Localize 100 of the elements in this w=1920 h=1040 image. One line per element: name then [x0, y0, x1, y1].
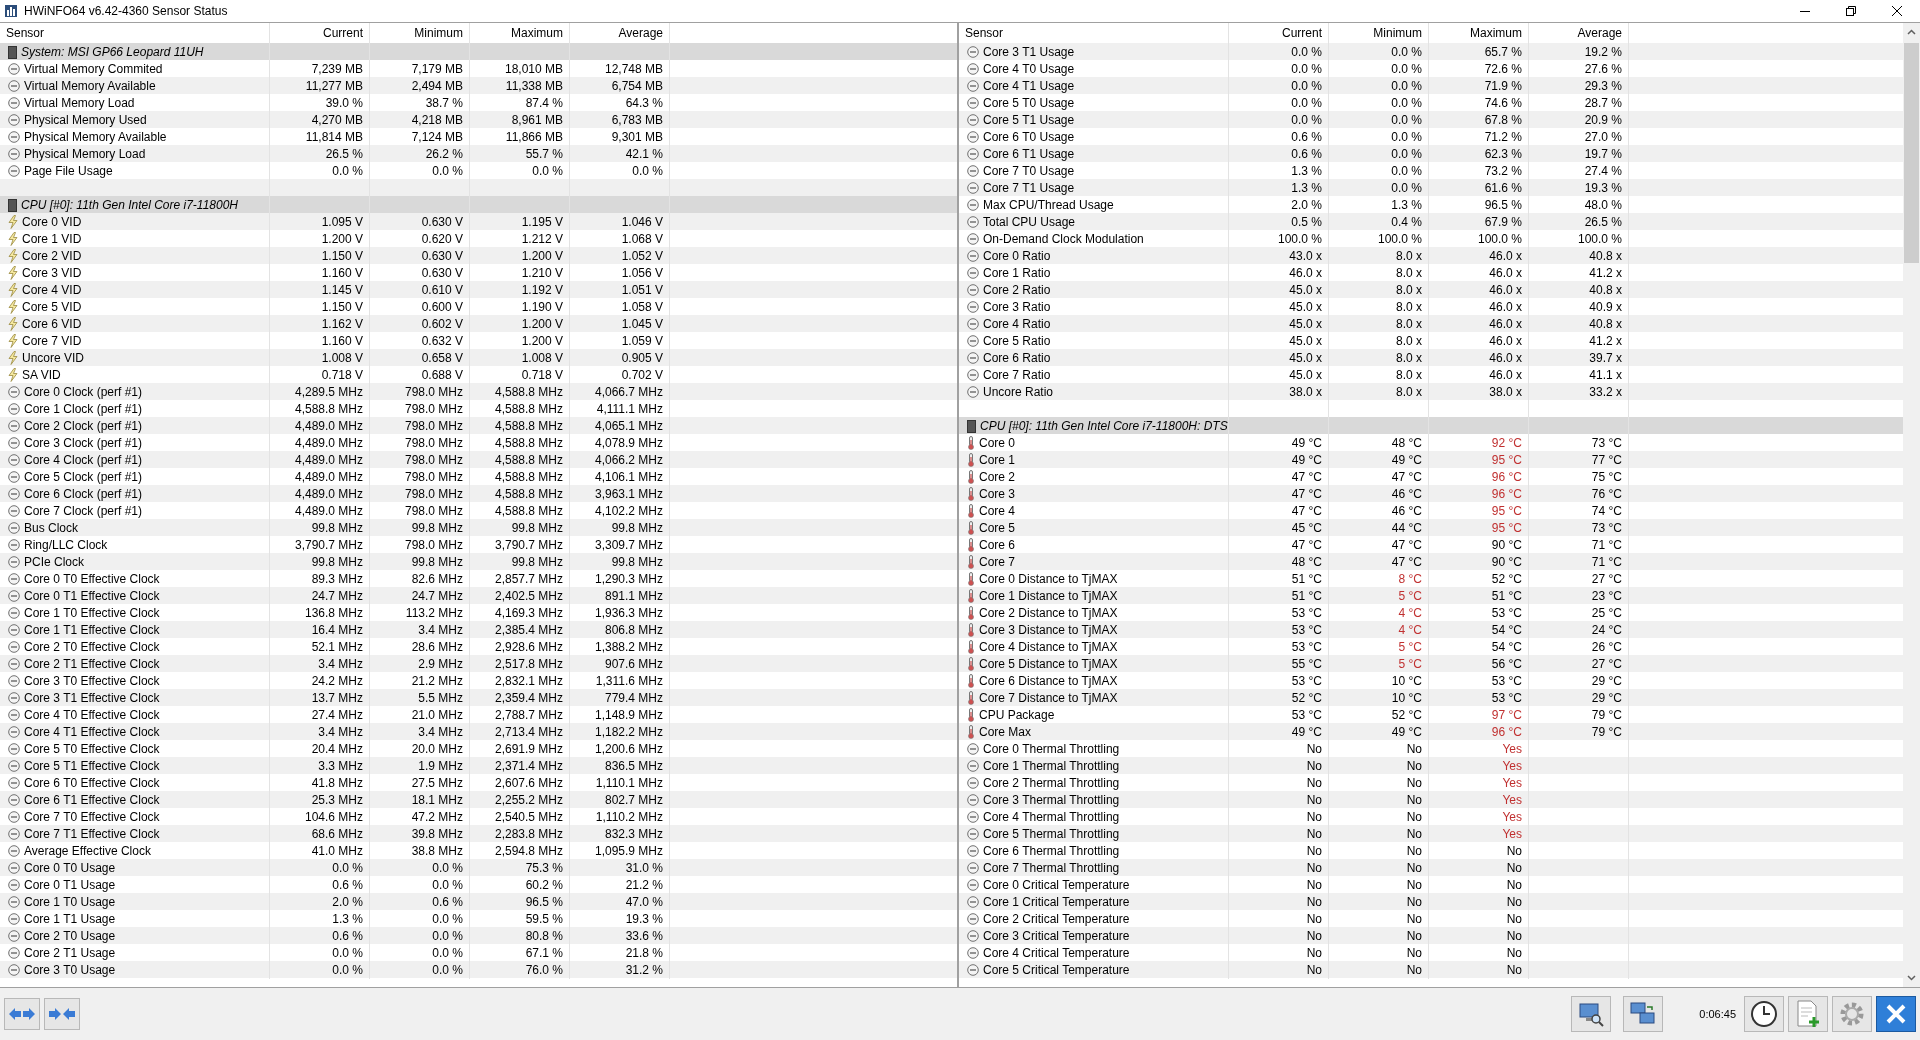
- chip-icon: [8, 45, 17, 59]
- value-cell-text: 26.2 %: [425, 146, 463, 163]
- network-button[interactable]: [1571, 996, 1612, 1032]
- sensor-name: Core 2 T0 Effective Clock: [24, 639, 160, 656]
- sensor-name: Core 7 Clock (perf #1): [24, 503, 143, 520]
- value-cell-text: 2,607.6 MHz: [494, 775, 563, 792]
- value-cell-text: 53 °C: [1491, 673, 1522, 690]
- value-cell-text: 55 °C: [1291, 656, 1322, 673]
- lightning-icon: [8, 300, 18, 314]
- sensor-name: Core 5 Clock (perf #1): [24, 469, 143, 486]
- value-cell-text: 21.2 %: [625, 877, 663, 894]
- value-cell-text: 96 °C: [1491, 486, 1522, 503]
- value-cell-text: 4,588.8 MHz: [494, 418, 563, 435]
- sensor-name: Core 6 Thermal Throttling: [983, 843, 1120, 860]
- sensor-name: Core 3 T1 Usage: [983, 44, 1075, 61]
- value-cell-text: 74.6 %: [1484, 95, 1522, 112]
- value-cell-text: 802.7 MHz: [604, 792, 663, 809]
- scrollbar[interactable]: [1903, 23, 1920, 987]
- value-cell-text: 4,588.8 MHz: [494, 435, 563, 452]
- value-cell-text: 1.195 V: [521, 214, 563, 231]
- value-cell-text: 0.0 %: [432, 877, 463, 894]
- sensor-name: Core 1: [979, 452, 1016, 469]
- value-cell-text: 0.688 V: [421, 367, 463, 384]
- value-cell-text: 52 °C: [1491, 571, 1522, 588]
- scrollbar-thumb[interactable]: [1904, 43, 1919, 263]
- value-cell-text: 0.6 %: [432, 894, 463, 911]
- lightning-icon: [8, 351, 18, 365]
- value-cell-text: 38.8 MHz: [411, 843, 463, 860]
- elapsed-time: 0:06:45: [1699, 1006, 1736, 1022]
- value-cell-text: 8.0 x: [1396, 282, 1422, 299]
- value-cell-text: 45.0 x: [1289, 367, 1322, 384]
- value-cell-text: No: [1406, 775, 1422, 792]
- value-cell-text: Yes: [1502, 741, 1522, 758]
- value-cell-text: 89.3 MHz: [311, 571, 363, 588]
- value-cell-text: 4,106.1 MHz: [594, 469, 663, 486]
- layout-button[interactable]: [1623, 996, 1664, 1032]
- value-cell-text: 2,928.6 MHz: [494, 639, 563, 656]
- value-cell-text: 7,124 MB: [411, 129, 463, 146]
- sensor-name: Core 1 T1 Effective Clock: [24, 622, 160, 639]
- report-button[interactable]: [1788, 996, 1828, 1032]
- value-cell-text: No: [1306, 928, 1322, 945]
- value-cell-text: No: [1306, 860, 1322, 877]
- sensor-name: Core 4 Ratio: [983, 316, 1051, 333]
- sensor-name: Core 3 Critical Temperature: [983, 928, 1130, 945]
- chip-icon: [967, 419, 976, 433]
- value-cell-text: 45 °C: [1291, 520, 1322, 537]
- next-panel-button[interactable]: [44, 998, 80, 1030]
- sensor-name: Core 4 Thermal Throttling: [983, 809, 1120, 826]
- group-row[interactable]: CPU [#0]: 11th Gen Intel Core i7-11800H: [0, 196, 957, 213]
- sensor-name: Core 0 T1 Effective Clock: [24, 588, 160, 605]
- value-cell-text: 21.0 MHz: [411, 707, 463, 724]
- value-cell-text: 4,588.8 MHz: [494, 503, 563, 520]
- value-cell-text: 0.0 %: [332, 860, 363, 877]
- value-cell-text: 74 °C: [1591, 503, 1622, 520]
- value-cell-text: 5 °C: [1398, 588, 1422, 605]
- sensor-name: Average Effective Clock: [24, 843, 151, 860]
- value-cell-text: 51 °C: [1491, 588, 1522, 605]
- value-cell-text: 99.8 MHz: [611, 520, 663, 537]
- value-cell-text: 1.200 V: [521, 248, 563, 265]
- value-cell-text: 55.7 %: [525, 146, 563, 163]
- value-cell-text: 0.0 %: [432, 911, 463, 928]
- value-cell-text: 100.0 %: [1377, 231, 1422, 248]
- value-cell-text: 71.2 %: [1484, 129, 1522, 146]
- value-cell-text: 0.0 %: [432, 928, 463, 945]
- value-cell-text: 20.0 MHz: [411, 741, 463, 758]
- value-cell-text: 0.718 V: [321, 367, 363, 384]
- value-cell-text: No: [1306, 843, 1322, 860]
- value-cell-text: 0.6 %: [332, 877, 363, 894]
- value-cell-text: 68.6 MHz: [311, 826, 363, 843]
- value-cell-text: 99.8 MHz: [411, 554, 463, 571]
- value-cell-text: 1.3 %: [1291, 180, 1322, 197]
- sensor-name: Core 2 Critical Temperature: [983, 911, 1130, 928]
- value-cell-text: 1,182.2 MHz: [594, 724, 663, 741]
- sensor-name: Virtual Memory Load: [24, 95, 135, 112]
- sensor-name: On-Demand Clock Modulation: [983, 231, 1144, 248]
- value-cell-text: 0.610 V: [421, 282, 463, 299]
- scroll-up-icon[interactable]: [1907, 29, 1916, 35]
- sensor-name: Core 1 Ratio: [983, 265, 1051, 282]
- sensor-name: Core 6 Clock (perf #1): [24, 486, 143, 503]
- value-cell-text: 51 °C: [1291, 588, 1322, 605]
- value-cell-text: No: [1306, 945, 1322, 962]
- value-cell-text: 1,110.2 MHz: [595, 809, 663, 826]
- scroll-down-icon[interactable]: [1907, 975, 1916, 981]
- lightning-icon: [8, 249, 18, 263]
- value-cell-text: 5.5 MHz: [418, 690, 463, 707]
- value-cell-text: 0.905 V: [621, 350, 663, 367]
- group-row[interactable]: CPU [#0]: 11th Gen Intel Core i7-11800H: DTS: [959, 417, 1903, 434]
- value-cell-text: 11,277 MB: [305, 78, 363, 95]
- value-cell-text: 18.1 MHz: [411, 792, 463, 809]
- lightning-icon: [8, 283, 18, 297]
- previous-panel-button[interactable]: [4, 998, 40, 1030]
- timer-button[interactable]: [1744, 996, 1784, 1032]
- group-row[interactable]: System: MSI GP66 Leopard 11UH: [0, 43, 957, 60]
- value-cell-text: 0.0 %: [1291, 44, 1322, 61]
- value-cell-text: 75 °C: [1591, 469, 1622, 486]
- value-cell-text: 46 °C: [1391, 503, 1422, 520]
- sensor-name: Core 0 Clock (perf #1): [24, 384, 143, 401]
- value-cell-text: 27 °C: [1591, 656, 1622, 673]
- exit-button[interactable]: [1876, 996, 1916, 1032]
- value-cell-text: 27.6 %: [1584, 61, 1622, 78]
